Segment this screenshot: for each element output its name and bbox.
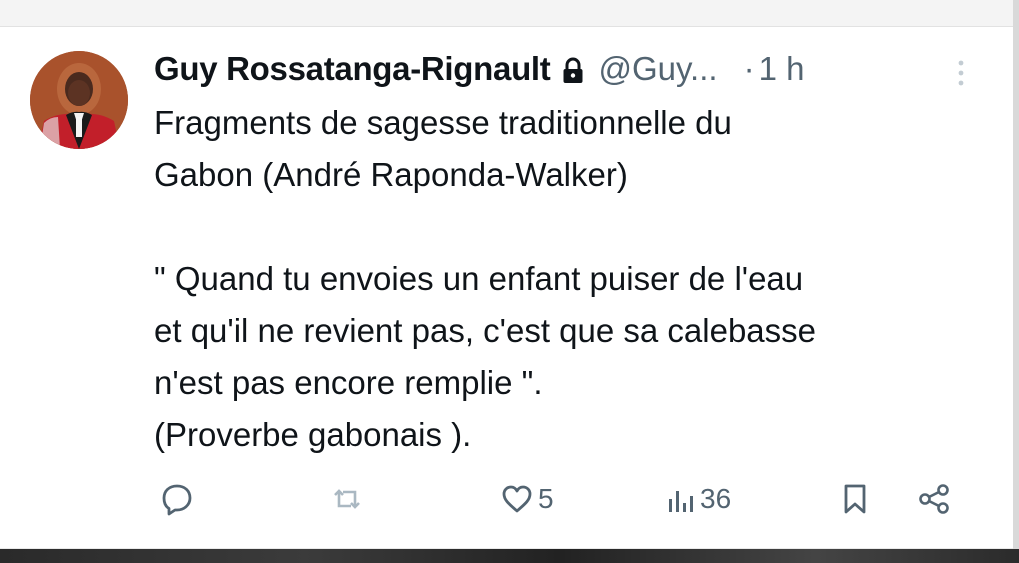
reply-icon — [160, 482, 194, 516]
heart-icon — [500, 482, 534, 516]
bottom-strip — [0, 549, 1019, 563]
lock-icon — [562, 55, 584, 83]
tweet-actions: 5 36 — [154, 479, 974, 519]
tweet-text-proverb: " Quand tu envoies un enfant puiser de l… — [154, 260, 816, 453]
avatar-image — [30, 51, 128, 149]
top-divider — [0, 0, 1019, 27]
tweet-card[interactable]: Guy Rossatanga-Rignault @Guy... · 1 h Fr… — [0, 27, 1013, 548]
like-button[interactable]: 5 — [500, 479, 554, 519]
views-count: 36 — [700, 483, 732, 514]
author-display-name[interactable]: Guy Rossatanga-Rignault — [154, 50, 551, 88]
share-icon — [916, 482, 952, 516]
author-handle[interactable]: @Guy... — [598, 50, 717, 88]
like-count: 5 — [538, 483, 554, 514]
tweet-text-intro: Fragments de sagesse traditionnelle du G… — [154, 104, 732, 193]
bookmark-icon — [840, 482, 870, 516]
more-options-icon[interactable] — [954, 55, 968, 91]
screenshot-frame: Guy Rossatanga-Rignault @Guy... · 1 h Fr… — [0, 0, 1019, 563]
views-icon — [666, 482, 696, 516]
tweet-header: Guy Rossatanga-Rignault @Guy... · 1 h — [154, 47, 804, 91]
repost-icon — [330, 482, 364, 516]
bookmark-button[interactable] — [840, 479, 870, 519]
share-button[interactable] — [916, 479, 952, 519]
avatar[interactable] — [30, 51, 128, 149]
timestamp[interactable]: 1 h — [759, 50, 805, 88]
separator-dot: · — [743, 50, 755, 87]
reply-button[interactable] — [160, 479, 194, 519]
repost-button[interactable] — [330, 479, 364, 519]
right-edge — [1013, 0, 1019, 563]
tweet-text: Fragments de sagesse traditionnelle du G… — [154, 97, 974, 461]
views-button[interactable]: 36 — [666, 479, 731, 519]
